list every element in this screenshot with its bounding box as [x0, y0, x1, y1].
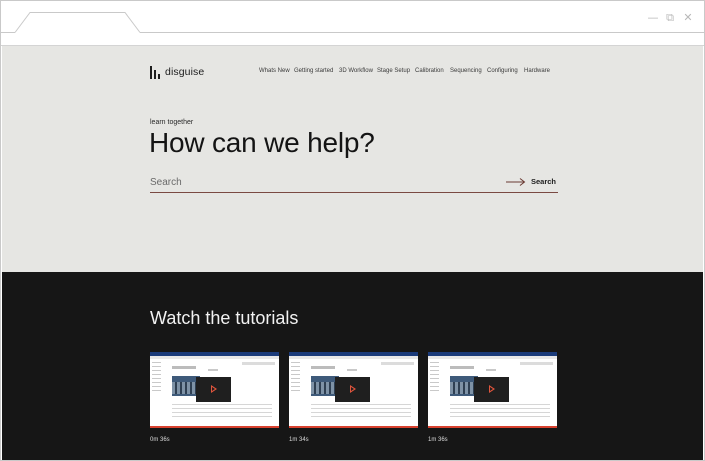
video-card[interactable]: 1m 36s	[428, 352, 557, 443]
video-duration: 0m 36s	[150, 437, 170, 443]
nav-item-getting-started[interactable]: Getting started	[294, 68, 333, 74]
video-card[interactable]: 0m 36s	[150, 352, 279, 443]
video-duration: 1m 36s	[428, 437, 448, 443]
nav-item-sequencing[interactable]: Sequencing	[450, 68, 482, 74]
tab-outline	[1, 12, 704, 46]
close-icon[interactable]: ✕	[682, 12, 694, 24]
search-bar: Search	[150, 173, 558, 193]
nav-item-3d-workflow[interactable]: 3D Workflow	[339, 68, 373, 74]
video-duration: 1m 34s	[289, 437, 309, 443]
browser-window: — ⧉ ✕ disguise Whats New Getting started…	[0, 0, 705, 461]
minimize-icon[interactable]: —	[647, 12, 659, 24]
search-button[interactable]: Search	[531, 177, 556, 186]
nav-item-configuring[interactable]: Configuring	[487, 68, 518, 74]
search-input[interactable]	[150, 175, 490, 189]
video-thumbnail[interactable]	[428, 352, 557, 426]
video-progress-bar	[289, 426, 418, 428]
tutorials-title: Watch the tutorials	[150, 308, 299, 328]
hero-section: disguise Whats New Getting started 3D Wo…	[2, 46, 703, 272]
video-progress-bar	[428, 426, 557, 428]
video-card[interactable]: 1m 34s	[289, 352, 418, 443]
main-nav: Whats New Getting started 3D Workflow St…	[2, 68, 703, 78]
nav-item-hardware[interactable]: Hardware	[524, 68, 550, 74]
nav-item-whats-new[interactable]: Whats New	[259, 68, 290, 74]
video-progress-bar	[150, 426, 279, 428]
video-thumbnail[interactable]	[289, 352, 418, 426]
browser-chrome: — ⧉ ✕	[1, 1, 704, 46]
maximize-icon[interactable]: ⧉	[664, 12, 676, 24]
nav-item-calibration[interactable]: Calibration	[415, 68, 444, 74]
tutorials-section: Watch the tutorials 0m 36s 1m 34s 1m 36s	[2, 272, 703, 460]
page-title: How can we help?	[149, 127, 375, 158]
nav-item-stage-setup[interactable]: Stage Setup	[377, 68, 410, 74]
hero-eyebrow: learn together	[150, 119, 194, 126]
arrow-right-icon[interactable]	[506, 178, 526, 186]
video-thumbnail[interactable]	[150, 352, 279, 426]
